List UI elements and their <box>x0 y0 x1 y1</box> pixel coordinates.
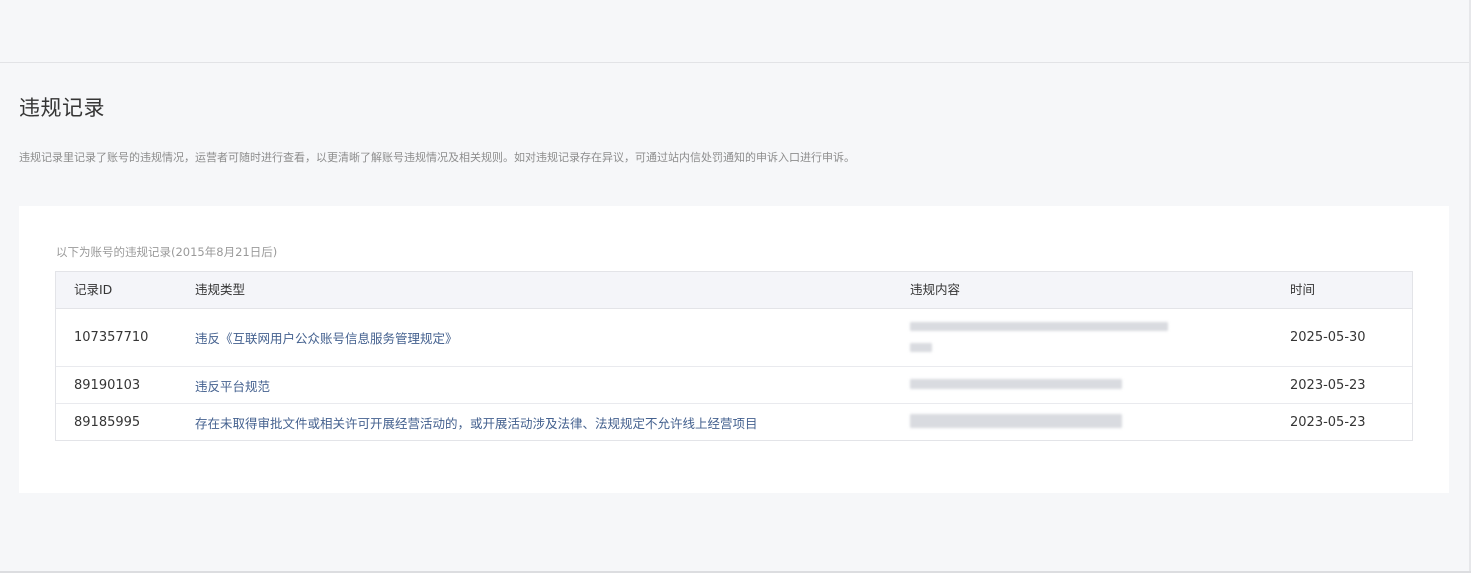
table-row: 107357710 违反《互联网用户公众账号信息服务管理规定》 2025-05-… <box>56 309 1412 367</box>
record-time: 2023-05-23 <box>1290 377 1366 393</box>
table-header: 记录ID 违规类型 违规内容 时间 <box>56 272 1412 309</box>
top-bar <box>0 0 1470 63</box>
table-caption: 以下为账号的违规记录(2015年8月21日后) <box>56 245 278 259</box>
column-header-type: 违规类型 <box>195 282 246 297</box>
violation-records-table: 记录ID 违规类型 违规内容 时间 107357710 违反《互联网用户公众账号… <box>55 271 1413 441</box>
violation-content-blurred <box>910 404 1170 440</box>
table-row: 89190103 违反平台规范 2023-05-23 <box>56 367 1412 404</box>
violation-content-blurred <box>910 309 1170 366</box>
table-row: 89185995 存在未取得审批文件或相关许可开展经营活动的，或开展活动涉及法律… <box>56 404 1412 440</box>
column-header-id: 记录ID <box>74 282 113 297</box>
column-header-time: 时间 <box>1290 282 1316 297</box>
page-title: 违规记录 <box>19 96 105 120</box>
record-id: 89190103 <box>74 377 141 393</box>
violation-content-blurred <box>910 367 1170 403</box>
violation-type-link[interactable]: 存在未取得审批文件或相关许可开展经营活动的，或开展活动涉及法律、法规规定不允许线… <box>195 404 758 440</box>
page-description: 违规记录里记录了账号的违规情况，运营者可随时进行查看，以更清晰了解账号违规情况及… <box>19 151 855 164</box>
records-card: 以下为账号的违规记录(2015年8月21日后) 记录ID 违规类型 违规内容 时… <box>19 206 1449 493</box>
violation-type-link[interactable]: 违反平台规范 <box>195 367 270 403</box>
record-time: 2023-05-23 <box>1290 414 1366 430</box>
violation-type-link[interactable]: 违反《互联网用户公众账号信息服务管理规定》 <box>195 309 458 366</box>
record-id: 107357710 <box>74 330 149 345</box>
record-id: 89185995 <box>74 414 141 430</box>
column-header-content: 违规内容 <box>910 282 961 297</box>
record-time: 2025-05-30 <box>1290 330 1366 345</box>
